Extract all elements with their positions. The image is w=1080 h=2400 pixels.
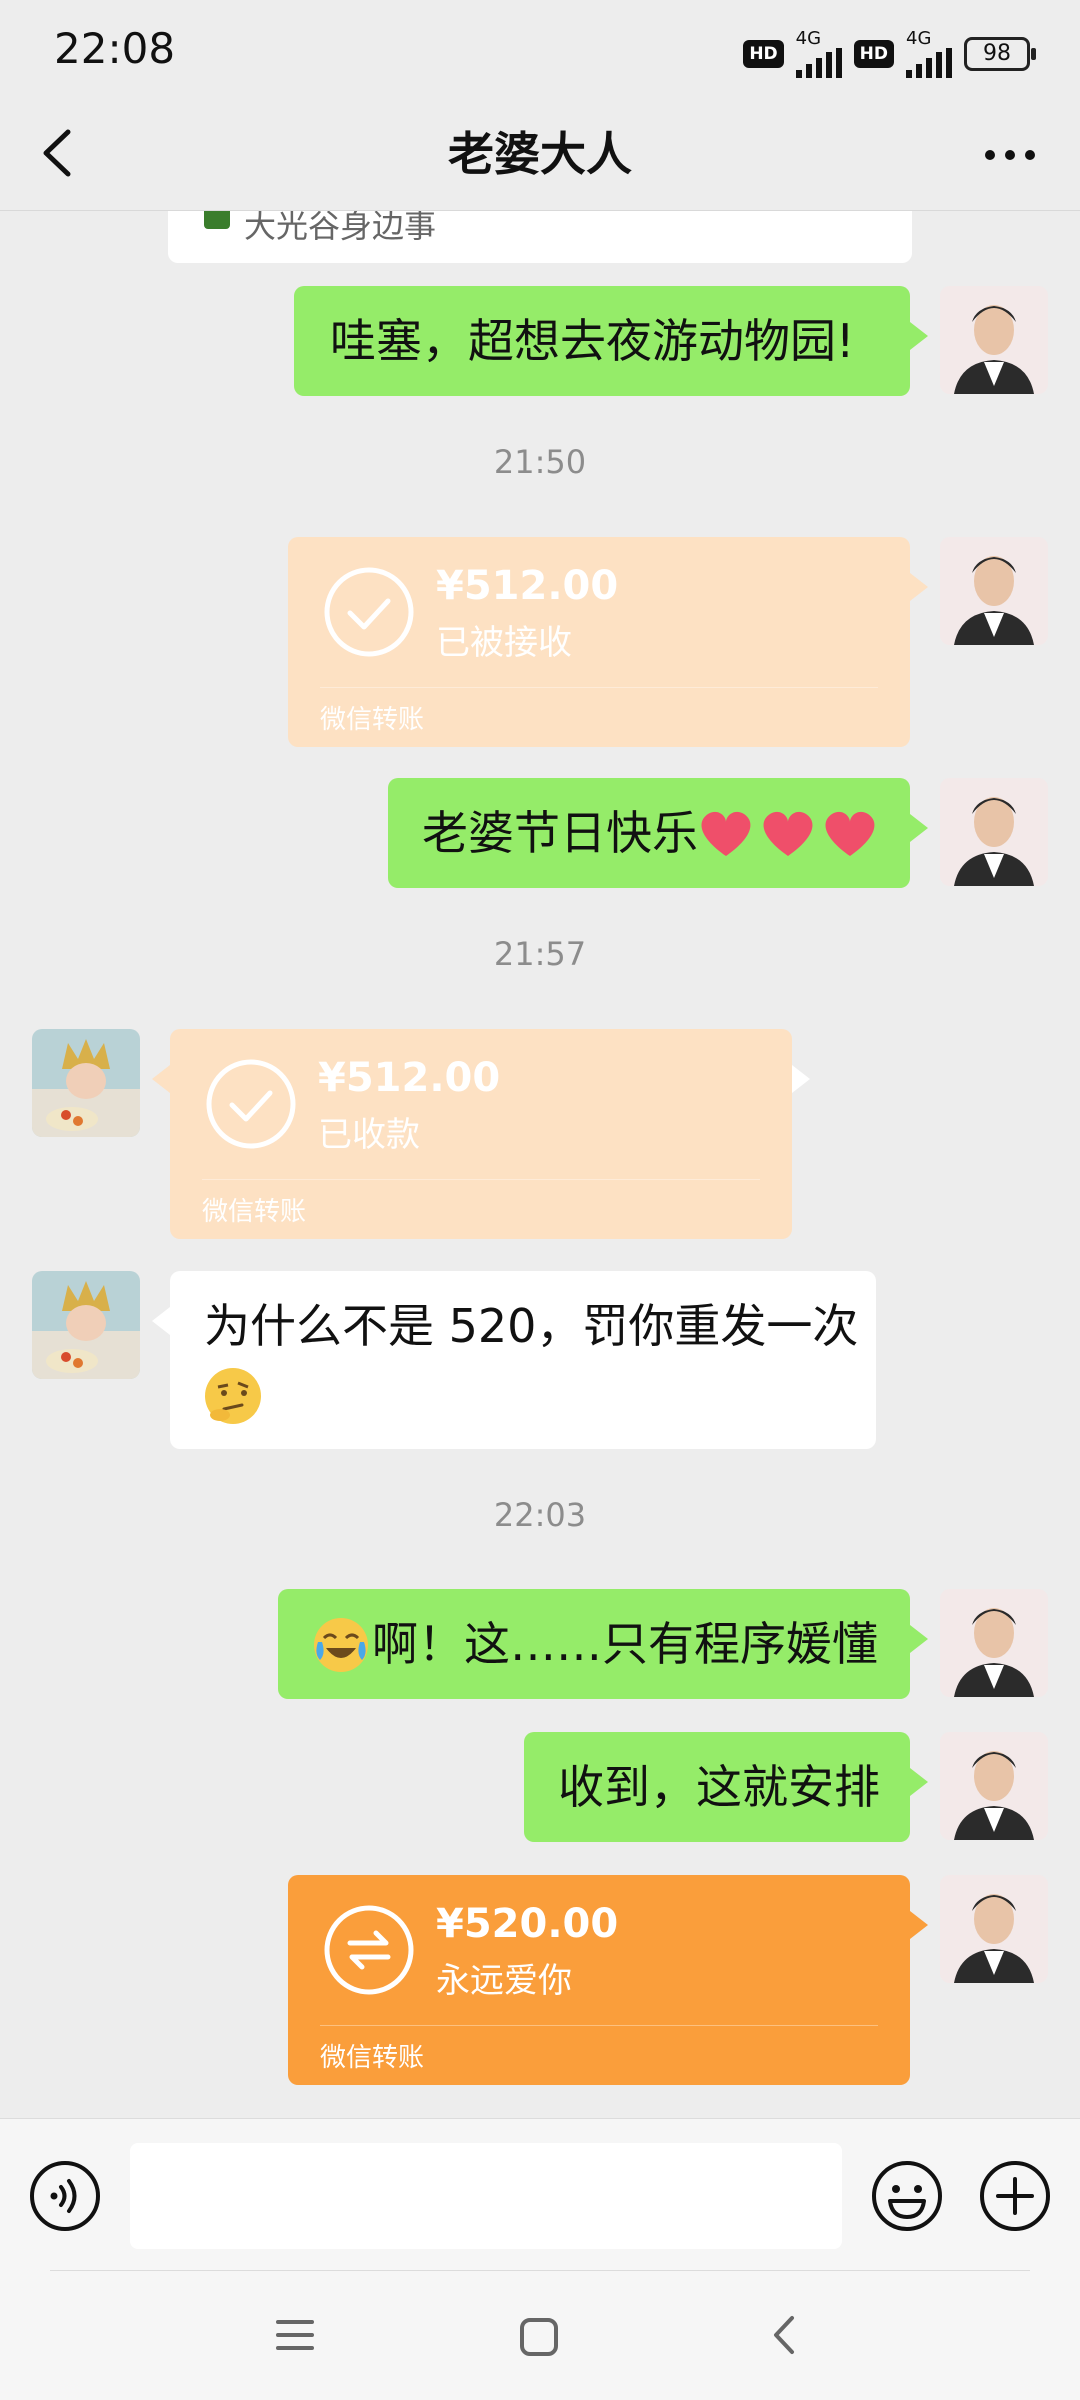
chat-title: 老婆大人 [448, 127, 632, 181]
transfer-status: 已被接收 [436, 623, 572, 663]
transfer-card-received[interactable]: ¥512.00 已被接收 微信转账 [288, 537, 928, 747]
chat-area[interactable]: 大光谷身边事 哇塞，超想去夜游动物园! 21:50 ¥512.00 已被接收 微… [0, 211, 1080, 2116]
message-text: 老婆节日快乐 [422, 806, 698, 860]
transfer-status: 已收款 [318, 1115, 420, 1155]
input-bar [0, 2118, 1080, 2281]
transfer-card-collected[interactable]: ¥512.00 已收款 微信转账 [152, 1029, 810, 1239]
avatar[interactable] [940, 537, 1048, 645]
message-input[interactable] [130, 2143, 842, 2249]
avatar-contact[interactable] [32, 1271, 140, 1379]
avatar[interactable] [940, 286, 1048, 394]
transfer-note: 永远爱你 [436, 1961, 572, 2001]
message-text: 为什么不是 520，罚你重发一次 [204, 1299, 859, 1353]
hd-badge: HD [743, 40, 784, 68]
divider [320, 687, 878, 688]
heart-icon [696, 808, 886, 875]
message-text: 啊！这……只有程序媛懂 [372, 1617, 878, 1671]
transfer-arrows-icon [324, 1905, 414, 1995]
transfer-footer: 微信转账 [320, 2043, 425, 2073]
transfer-amount: ¥512.00 [318, 1055, 501, 1101]
nav-back-icon[interactable] [760, 2310, 810, 2360]
status-time: 22:08 [54, 24, 176, 73]
divider [320, 2025, 878, 2026]
chat-header: 老婆大人 [0, 100, 1080, 211]
avatar-contact[interactable] [32, 1029, 140, 1137]
transfer-footer: 微信转账 [202, 1197, 307, 1227]
avatar[interactable] [940, 1732, 1048, 1840]
network-label-2: 4G [906, 28, 932, 49]
message-bubble-sent[interactable]: 收到，这就安排 [524, 1732, 928, 1842]
hd-badge-2: HD [853, 40, 894, 68]
divider [202, 1179, 760, 1180]
message-bubble-received[interactable]: 为什么不是 520，罚你重发一次 [152, 1271, 876, 1449]
network-label: 4G [795, 28, 822, 49]
message-bubble-sent[interactable]: 啊！这……只有程序媛懂 [278, 1589, 928, 1699]
divider [50, 2270, 1030, 2271]
transfer-amount: ¥520.00 [436, 1901, 619, 1947]
status-icons: HD 4G HD 4G 98 [743, 28, 1036, 78]
check-icon [206, 1059, 296, 1149]
more-icon[interactable] [970, 120, 1050, 190]
signal-icon: 4G [795, 28, 842, 78]
transfer-card-pending[interactable]: ¥520.00 永远爱你 微信转账 [288, 1875, 928, 2085]
card-title: 大光谷身边事 [244, 211, 437, 245]
voice-icon[interactable] [28, 2159, 102, 2233]
status-bar: 22:08 HD 4G HD 4G 98 [0, 0, 1080, 100]
transfer-footer: 微信转账 [320, 705, 425, 735]
avatar[interactable] [940, 778, 1048, 886]
emoji-icon[interactable] [870, 2159, 944, 2233]
timestamp: 21:50 [493, 443, 587, 481]
shared-card[interactable]: 大光谷身边事 [168, 211, 912, 263]
menu-icon[interactable] [270, 2310, 320, 2360]
check-icon [324, 567, 414, 657]
avatar[interactable] [940, 1875, 1048, 1983]
timestamp: 22:03 [493, 1496, 587, 1534]
message-text: 收到，这就安排 [558, 1760, 880, 1814]
transfer-amount: ¥512.00 [436, 563, 619, 609]
message-bubble-sent[interactable]: 老婆节日快乐 [388, 778, 928, 888]
avatar[interactable] [940, 1589, 1048, 1697]
home-icon[interactable] [512, 2310, 566, 2364]
card-logo [204, 211, 230, 229]
system-nav-bar [0, 2270, 1080, 2400]
plus-icon[interactable] [978, 2159, 1052, 2233]
thinking-emoji [202, 1365, 264, 1442]
message-text: 哇塞，超想去夜游动物园! [330, 314, 855, 368]
message-bubble-sent[interactable]: 哇塞，超想去夜游动物园! [294, 286, 928, 396]
laugh-cry-emoji [312, 1616, 370, 1689]
battery-icon: 98 [964, 37, 1036, 71]
timestamp: 21:57 [493, 935, 587, 973]
signal-icon-2: 4G [906, 30, 952, 78]
